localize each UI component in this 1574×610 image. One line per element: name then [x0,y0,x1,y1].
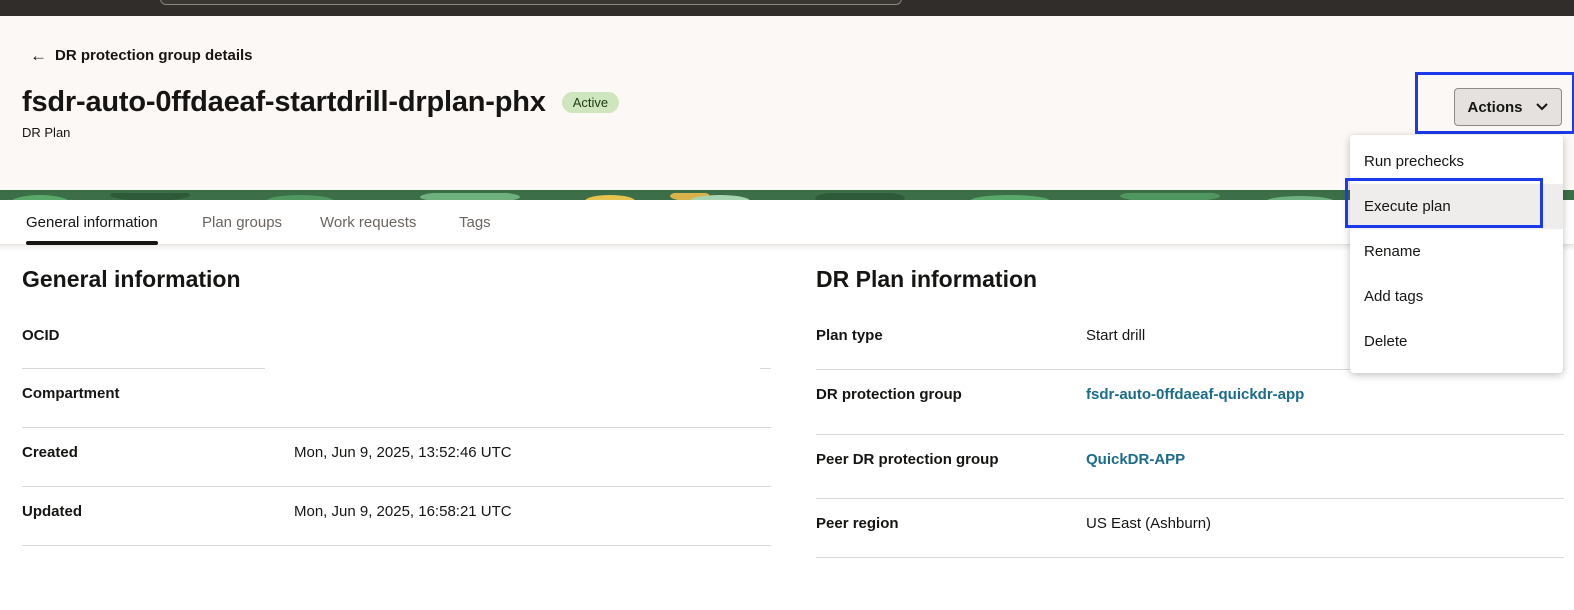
tab-work-requests[interactable]: Work requests [320,200,416,244]
divider [22,368,265,369]
dr-protection-group-label: DR protection group [816,386,962,403]
peer-region-value: US East (Ashburn) [1086,515,1212,532]
decorative-banner [0,190,1574,200]
back-link[interactable]: ← DR protection group details [30,44,253,66]
divider [22,486,771,487]
general-information-heading: General information [22,266,241,292]
divider [816,498,1564,499]
tab-tags[interactable]: Tags [459,200,491,244]
actions-button-label: Actions [1467,98,1523,116]
tab-plan-groups[interactable]: Plan groups [202,200,282,244]
page-title: fsdr-auto-0ffdaeaf-startdrill-drplan-phx [22,86,546,118]
plan-type-label: Plan type [816,327,883,344]
peer-dr-protection-group-label: Peer DR protection group [816,451,999,468]
peer-dr-protection-group-link[interactable]: QuickDR-APP [1086,451,1185,468]
tab-general-information[interactable]: General information [26,200,158,245]
divider [816,557,1564,558]
arrow-left-icon: ← [30,45,47,65]
execute-plan-highlight-box [1345,178,1543,228]
peer-region-label: Peer region [816,515,899,532]
divider [760,368,771,369]
created-value: Mon, Jun 9, 2025, 13:52:46 UTC [294,444,512,461]
chevron-down-icon [1535,100,1549,114]
console-search-bar[interactable] [160,0,902,5]
dr-protection-group-link[interactable]: fsdr-auto-0ffdaeaf-quickdr-app [1086,386,1304,403]
updated-value: Mon, Jun 9, 2025, 16:58:21 UTC [294,503,512,520]
menu-item-rename[interactable]: Rename [1350,229,1563,274]
divider [22,545,771,546]
tab-bar: General information Plan groups Work req… [0,200,1574,245]
back-link-label: DR protection group details [55,46,253,64]
console-top-bar [0,0,1574,16]
actions-menu: Run prechecks Execute plan Rename Add ta… [1350,135,1563,373]
menu-item-delete[interactable]: Delete [1350,319,1563,364]
actions-button[interactable]: Actions [1454,88,1562,126]
plan-type-value: Start drill [1086,327,1146,344]
resource-type-label: DR Plan [22,125,71,140]
tab-bar-shadow [0,245,1574,251]
compartment-label: Compartment [22,385,120,402]
divider [22,427,771,428]
divider [816,434,1564,435]
created-label: Created [22,444,78,461]
updated-label: Updated [22,503,82,520]
title-row: fsdr-auto-0ffdaeaf-startdrill-drplan-phx… [22,86,620,119]
menu-item-add-tags[interactable]: Add tags [1350,274,1563,319]
status-badge: Active [561,92,620,113]
ocid-label: OCID [22,327,60,344]
dr-plan-information-heading: DR Plan information [816,266,1038,292]
